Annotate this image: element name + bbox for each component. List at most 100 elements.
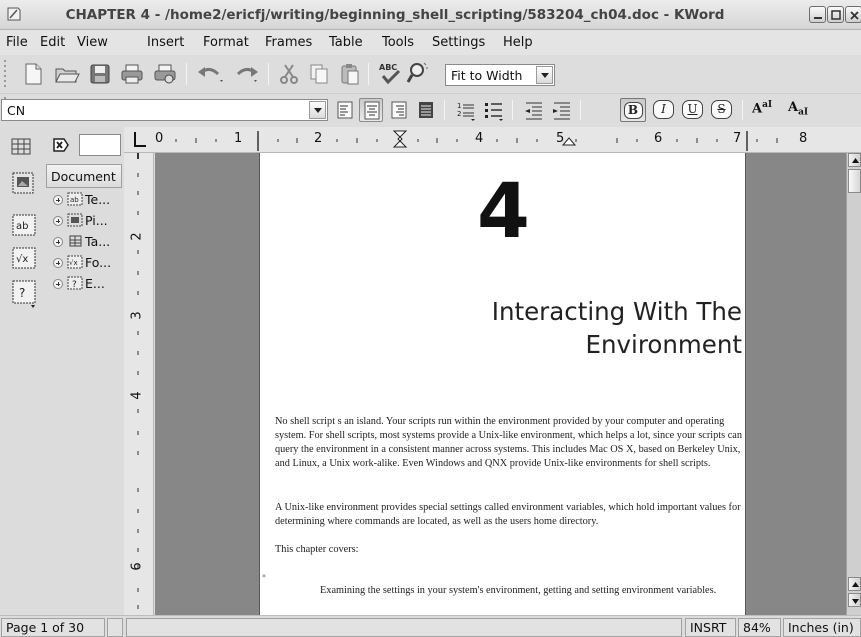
tree-item-text-frames[interactable]: ab Te... xyxy=(53,190,123,210)
menu-edit[interactable]: Edit xyxy=(40,35,65,50)
chapter-title[interactable]: Interacting With The Environment xyxy=(322,295,742,361)
tree-item-formula-frames[interactable]: √x Fo... xyxy=(53,253,123,273)
document-canvas[interactable]: 4 Interacting With The Environment No sh… xyxy=(155,153,846,615)
chapter-number[interactable]: 4 xyxy=(260,169,747,253)
picture-frame-icon xyxy=(67,213,83,230)
picture-tool-icon[interactable] xyxy=(11,171,35,195)
paragraph-style-select[interactable]: CN xyxy=(1,99,328,121)
expand-icon[interactable] xyxy=(53,279,63,289)
embedded-object-icon: ? xyxy=(67,276,83,293)
align-left-button[interactable] xyxy=(333,98,357,122)
menu-frames[interactable]: Frames xyxy=(265,35,312,50)
increase-indent-icon[interactable] xyxy=(550,98,574,122)
menu-settings[interactable]: Settings xyxy=(432,35,485,50)
title-bar[interactable]: CHAPTER 4 - /home2/ericfj/writing/beginn… xyxy=(0,0,861,30)
strikethrough-button[interactable]: S xyxy=(711,100,732,119)
align-center-button[interactable] xyxy=(359,98,383,122)
text-frame-tool-icon[interactable]: ab xyxy=(11,213,37,237)
panel-search-input[interactable] xyxy=(79,134,121,156)
unit-indicator[interactable]: Inches (in) xyxy=(783,618,861,637)
scroll-thumb[interactable] xyxy=(848,169,861,193)
align-justify-button[interactable] xyxy=(414,98,438,122)
scroll-up-arrow[interactable] xyxy=(848,577,861,591)
vertical-scrollbar[interactable] xyxy=(846,153,861,615)
close-panel-icon[interactable] xyxy=(52,137,70,153)
expand-icon[interactable] xyxy=(53,237,63,247)
body-paragraph[interactable]: This chapter covers: xyxy=(275,543,745,557)
copy-icon[interactable] xyxy=(308,62,330,86)
undo-icon[interactable] xyxy=(196,62,226,86)
maximize-button[interactable] xyxy=(827,6,844,23)
svg-text:2: 2 xyxy=(457,110,461,118)
chevron-down-icon[interactable] xyxy=(309,101,326,119)
insert-mode-indicator[interactable]: INSRT xyxy=(685,618,736,637)
menu-format[interactable]: Format xyxy=(203,35,249,50)
bold-button[interactable]: B xyxy=(620,98,646,122)
paste-icon[interactable] xyxy=(339,62,361,86)
bullet-list-icon[interactable] xyxy=(482,98,506,122)
svg-text:√x: √x xyxy=(16,254,28,265)
toolbar-separator xyxy=(368,63,369,85)
align-right-button[interactable] xyxy=(387,98,411,122)
new-document-icon[interactable] xyxy=(22,62,44,86)
tree-item-embedded-objects[interactable]: ? E... xyxy=(53,274,123,294)
menu-view[interactable]: View xyxy=(77,35,108,50)
tab-document[interactable]: Document xyxy=(46,164,122,188)
italic-button[interactable]: I xyxy=(653,100,674,119)
svg-text:√x: √x xyxy=(69,259,78,267)
save-icon[interactable] xyxy=(89,62,111,86)
spellcheck-icon[interactable]: ABC xyxy=(378,60,402,86)
svg-text:1: 1 xyxy=(457,102,461,110)
vertical-ruler[interactable]: 2 3 4 6 xyxy=(124,153,154,615)
object-tool-icon[interactable]: ? xyxy=(11,279,37,309)
zoom-indicator[interactable]: 84% xyxy=(738,618,781,637)
print-preview-icon[interactable] xyxy=(153,62,177,86)
underline-button[interactable]: U xyxy=(682,100,703,119)
find-icon[interactable] xyxy=(406,60,430,86)
chapter-title-line: Interacting With The xyxy=(491,297,742,326)
redo-icon[interactable] xyxy=(232,62,262,86)
menu-help[interactable]: Help xyxy=(503,35,533,50)
text-frame-corner-mark: * xyxy=(262,573,266,582)
numbered-list-icon[interactable]: 12 xyxy=(454,98,478,122)
zoom-select[interactable]: Fit to Width xyxy=(445,64,555,86)
expand-icon[interactable] xyxy=(53,195,63,205)
toolbar-separator xyxy=(512,100,513,120)
menu-tools[interactable]: Tools xyxy=(382,35,414,50)
tree-item-picture-frames[interactable]: Pi... xyxy=(53,211,123,231)
subscript-button[interactable]: AaI xyxy=(788,100,808,118)
tree-item-table-frames[interactable]: Ta... xyxy=(53,232,123,252)
toolbar-separator xyxy=(268,63,269,85)
menu-insert[interactable]: Insert xyxy=(147,35,184,50)
menu-file[interactable]: File xyxy=(6,35,28,50)
bullet-item[interactable]: Examining the settings in your system's … xyxy=(320,585,740,596)
subscript-glyph: A xyxy=(788,100,799,115)
chevron-down-icon[interactable] xyxy=(536,66,553,84)
expand-icon[interactable] xyxy=(53,258,63,268)
svg-text:ABC: ABC xyxy=(379,63,397,72)
horizontal-ruler[interactable]: 0 1 2 4 5 6 7 8 xyxy=(124,127,861,153)
window-title: CHAPTER 4 - /home2/ericfj/writing/beginn… xyxy=(65,7,725,23)
chapter-title-line: Environment xyxy=(585,330,742,359)
body-paragraph[interactable]: No shell script s an island. Your script… xyxy=(275,415,745,471)
scroll-down-arrow[interactable] xyxy=(848,593,861,607)
document-page[interactable]: 4 Interacting With The Environment No sh… xyxy=(259,153,746,615)
cut-icon[interactable] xyxy=(278,62,300,86)
body-paragraph[interactable]: A Unix-like environment provides special… xyxy=(275,501,745,529)
minimize-button[interactable] xyxy=(809,6,826,23)
status-bar: Page 1 of 30 INSRT 84% Inches (in) xyxy=(0,615,861,637)
scroll-up-arrow[interactable] xyxy=(848,153,861,167)
table-tool-icon[interactable] xyxy=(6,137,34,157)
text-frame-icon: ab xyxy=(67,192,83,209)
formula-tool-icon[interactable]: √x xyxy=(11,246,37,270)
close-button[interactable] xyxy=(845,6,861,23)
expand-icon[interactable] xyxy=(53,216,63,226)
print-icon[interactable] xyxy=(120,62,144,86)
toolbar-separator xyxy=(444,100,445,120)
superscript-button[interactable]: AaI xyxy=(752,100,772,116)
toolbar-separator xyxy=(742,100,743,120)
toolbar-grip[interactable] xyxy=(3,60,8,90)
menu-table[interactable]: Table xyxy=(329,35,363,50)
open-folder-icon[interactable] xyxy=(54,62,80,86)
decrease-indent-icon[interactable] xyxy=(522,98,546,122)
